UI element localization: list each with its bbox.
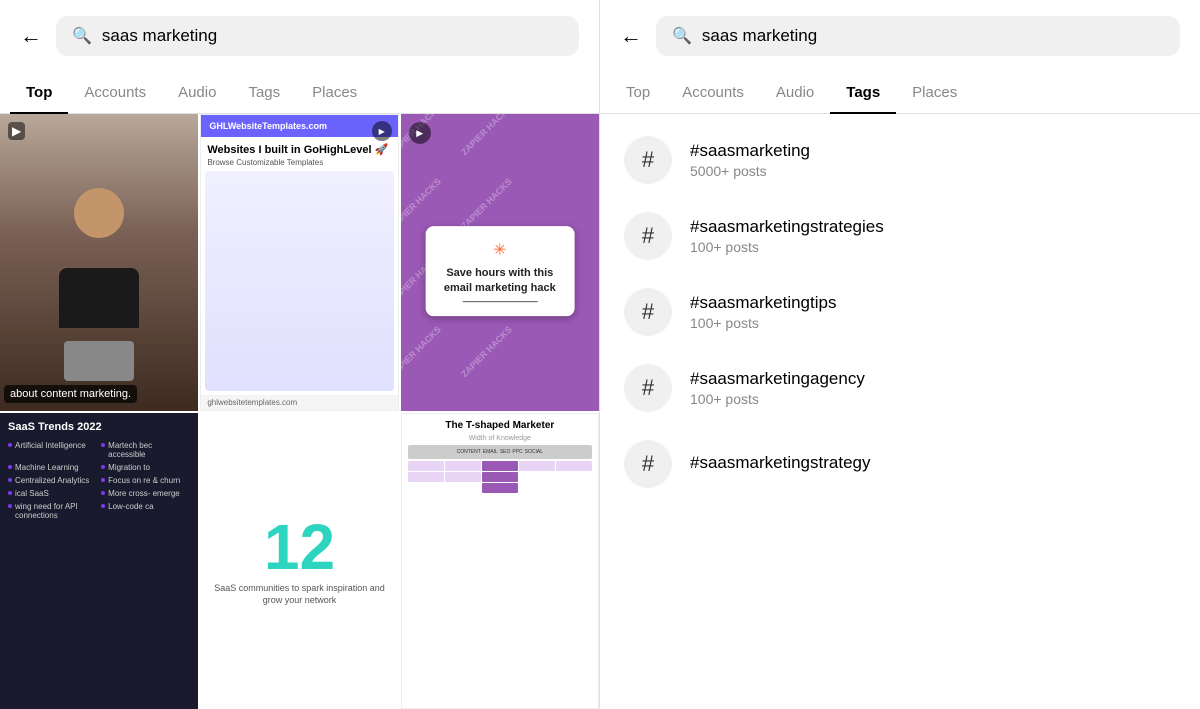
right-search-query: saas marketing — [702, 26, 817, 46]
hashtag-item-4[interactable]: # #saasmarketingagency 100+ posts — [600, 350, 1200, 426]
hashtag-item-5[interactable]: # #saasmarketingstrategy — [600, 426, 1200, 502]
item1-play-icon: ▶ — [8, 122, 25, 140]
hashtag-item-2[interactable]: # #saasmarketingstrategies 100+ posts — [600, 198, 1200, 274]
grid-item-4[interactable]: SaaS Trends 2022 Artificial Intelligence… — [0, 413, 198, 709]
hashtag-info-5: #saasmarketingstrategy — [690, 453, 870, 475]
grid-item-3[interactable]: ZAPIER HACKS ZAPIER HACKS ZAPIER HACKS Z… — [401, 114, 599, 411]
hashtag-info-4: #saasmarketingagency 100+ posts — [690, 369, 865, 407]
item6-top-row: CONTENT EMAIL SEO PPC SOCIAL — [408, 445, 592, 459]
item4-grid: Artificial Intelligence Martech bec acce… — [8, 441, 190, 520]
item3-card: ✳ Save hours with this email marketing h… — [425, 226, 574, 316]
right-back-button[interactable]: ← — [620, 23, 642, 49]
item6-title: The T-shaped Marketer — [408, 420, 592, 431]
hashtag-count-4: 100+ posts — [690, 391, 865, 407]
item3-star-icon: ✳ — [437, 240, 562, 260]
right-tabs: Top Accounts Audio Tags Places — [600, 72, 1200, 114]
hash-icon-1: # — [624, 136, 672, 184]
right-tab-audio[interactable]: Audio — [760, 72, 830, 113]
hashtag-count-2: 100+ posts — [690, 239, 884, 255]
item2-footer: ghlwebsitetemplates.com — [201, 395, 397, 410]
item2-preview — [205, 171, 393, 391]
hashtag-name-2: #saasmarketingstrategies — [690, 217, 884, 237]
hashtag-name-1: #saasmarketing — [690, 141, 810, 161]
hash-icon-4: # — [624, 364, 672, 412]
left-search-bar[interactable]: 🔍 saas marketing — [56, 16, 579, 56]
left-panel: ← 🔍 saas marketing Top Accounts Audio Ta… — [0, 0, 600, 709]
left-image-grid: ▶ about content marketing. GHLWebsiteTem… — [0, 114, 599, 709]
hashtag-item-1[interactable]: # #saasmarketing 5000+ posts — [600, 122, 1200, 198]
hashtag-item-3[interactable]: # #saasmarketingtips 100+ posts — [600, 274, 1200, 350]
item6-subtitle: Width of Knowledge — [408, 435, 592, 442]
grid-item-6[interactable]: The T-shaped Marketer Width of Knowledge… — [401, 413, 599, 709]
hashtag-info-3: #saasmarketingtips 100+ posts — [690, 293, 836, 331]
hashtag-count-1: 5000+ posts — [690, 163, 810, 179]
hash-icon-5: # — [624, 440, 672, 488]
hashtag-name-5: #saasmarketingstrategy — [690, 453, 870, 473]
item2-title: Websites I built in GoHighLevel 🚀 — [201, 137, 397, 158]
item6-chart-body — [408, 461, 592, 493]
item2-site-label: GHLWebsiteTemplates.com — [201, 115, 397, 137]
right-tab-tags[interactable]: Tags — [830, 72, 896, 113]
right-tab-top[interactable]: Top — [610, 72, 666, 113]
left-header: ← 🔍 saas marketing — [0, 0, 599, 72]
hashtag-info-1: #saasmarketing 5000+ posts — [690, 141, 810, 179]
left-tab-top[interactable]: Top — [10, 72, 68, 113]
item4-title: SaaS Trends 2022 — [8, 421, 190, 433]
left-tab-audio[interactable]: Audio — [162, 72, 232, 113]
left-tab-tags[interactable]: Tags — [232, 72, 296, 113]
hash-icon-3: # — [624, 288, 672, 336]
left-search-icon: 🔍 — [72, 26, 92, 46]
hashtag-name-3: #saasmarketingtips — [690, 293, 836, 313]
grid-item-5[interactable]: 12 SaaS communities to spark inspiration… — [200, 413, 398, 709]
item5-caption: SaaS communities to spark inspiration an… — [208, 583, 390, 606]
left-search-query: saas marketing — [102, 26, 217, 46]
left-tabs: Top Accounts Audio Tags Places — [0, 72, 599, 114]
item3-play-icon: ▶ — [409, 122, 431, 144]
left-back-button[interactable]: ← — [20, 23, 42, 49]
item1-caption: about content marketing. — [4, 385, 137, 403]
hashtag-list: # #saasmarketing 5000+ posts # #saasmark… — [600, 114, 1200, 709]
left-tab-places[interactable]: Places — [296, 72, 373, 113]
item3-arrow — [462, 301, 537, 302]
hashtag-name-4: #saasmarketingagency — [690, 369, 865, 389]
right-tab-accounts[interactable]: Accounts — [666, 72, 760, 113]
right-panel: ← 🔍 saas marketing Top Accounts Audio Ta… — [600, 0, 1200, 709]
right-search-icon: 🔍 — [672, 26, 692, 46]
right-header: ← 🔍 saas marketing — [600, 0, 1200, 72]
hashtag-count-3: 100+ posts — [690, 315, 836, 331]
grid-item-2[interactable]: GHLWebsiteTemplates.com Websites I built… — [200, 114, 398, 411]
right-tab-places[interactable]: Places — [896, 72, 973, 113]
right-search-bar[interactable]: 🔍 saas marketing — [656, 16, 1180, 56]
grid-item-1[interactable]: ▶ about content marketing. — [0, 114, 198, 411]
left-tab-accounts[interactable]: Accounts — [68, 72, 162, 113]
item3-card-text: Save hours with this email marketing hac… — [437, 266, 562, 295]
item2-subtitle: Browse Customizable Templates — [201, 158, 397, 167]
item5-number: 12 — [264, 515, 335, 579]
hashtag-info-2: #saasmarketingstrategies 100+ posts — [690, 217, 884, 255]
item2-play-icon: ▶ — [372, 121, 392, 141]
hash-icon-2: # — [624, 212, 672, 260]
